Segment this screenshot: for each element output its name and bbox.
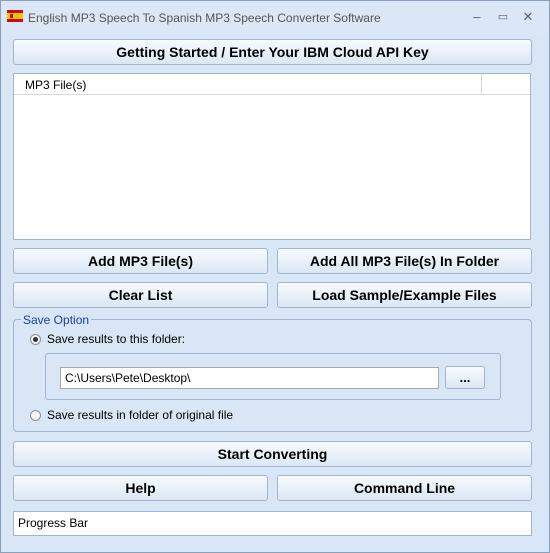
help-button[interactable]: Help	[13, 475, 268, 501]
add-folder-button[interactable]: Add All MP3 File(s) In Folder	[277, 248, 532, 274]
title-bar[interactable]: English MP3 Speech To Spanish MP3 Speech…	[1, 1, 549, 35]
list-header: MP3 File(s)	[14, 74, 530, 95]
output-folder-input[interactable]	[60, 367, 439, 389]
getting-started-button[interactable]: Getting Started / Enter Your IBM Cloud A…	[13, 39, 532, 65]
maximize-button[interactable]: ▭	[492, 8, 514, 26]
mp3-file-list[interactable]: MP3 File(s)	[13, 73, 531, 240]
command-line-button[interactable]: Command Line	[277, 475, 532, 501]
clear-list-button[interactable]: Clear List	[13, 282, 268, 308]
progress-bar: Progress Bar	[13, 511, 532, 536]
save-to-folder-label: Save results to this folder:	[47, 332, 186, 346]
app-window: English MP3 Speech To Spanish MP3 Speech…	[0, 0, 550, 553]
add-mp3-files-button[interactable]: Add MP3 File(s)	[13, 248, 268, 274]
save-in-original-folder-option[interactable]: Save results in folder of original file	[30, 408, 233, 422]
save-in-original-folder-label: Save results in folder of original file	[47, 408, 234, 422]
spain-flag-icon	[7, 10, 23, 22]
start-converting-button[interactable]: Start Converting	[13, 441, 532, 467]
progress-bar-label: Progress Bar	[18, 516, 89, 530]
window-title: English MP3 Speech To Spanish MP3 Speech…	[28, 11, 381, 25]
browse-folder-button[interactable]: ...	[445, 366, 485, 389]
column-header-mp3-files[interactable]: MP3 File(s)	[14, 74, 482, 94]
load-sample-button[interactable]: Load Sample/Example Files	[277, 282, 532, 308]
save-to-folder-option[interactable]: Save results to this folder:	[30, 332, 185, 346]
save-to-folder-radio[interactable]	[30, 333, 41, 345]
save-option-legend: Save Option	[21, 313, 92, 327]
save-in-original-folder-radio[interactable]	[30, 409, 41, 421]
minimize-button[interactable]: –	[466, 8, 488, 26]
close-button[interactable]: ✕	[517, 8, 539, 26]
